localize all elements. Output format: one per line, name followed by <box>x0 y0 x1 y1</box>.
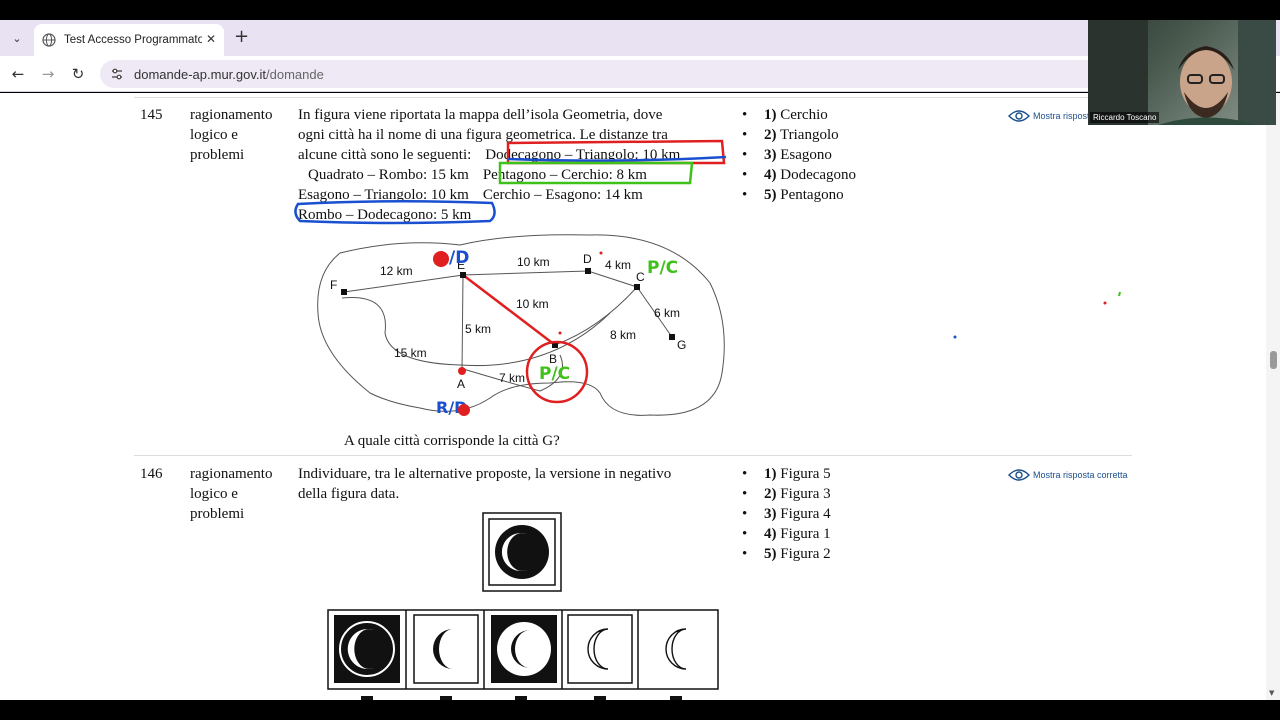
screen-top-border <box>0 0 1280 20</box>
map-label-a: A <box>457 377 465 391</box>
answer-option: 5) Figura 2 <box>742 544 831 564</box>
city-c-marker <box>634 284 640 290</box>
city-e-marker <box>460 272 466 278</box>
tab-title: Test Accesso Programmato 202 <box>64 34 202 46</box>
answer-option: 1) Figura 5 <box>742 464 831 484</box>
scroll-thumb[interactable] <box>1270 351 1277 369</box>
edge-label: 12 km <box>380 264 413 278</box>
alternative-figures <box>327 609 719 690</box>
participant-name: Riccardo Toscano <box>1090 112 1160 123</box>
url-path: /domande <box>266 66 324 82</box>
figure-option-4 <box>567 614 633 684</box>
city-f-marker <box>341 289 347 295</box>
tab-close-icon[interactable]: ✕ <box>206 32 216 46</box>
green-highlight-box <box>498 161 694 185</box>
island-map: F E D C G B A 12 km 10 km 4 km 10 km 6 k… <box>317 234 725 417</box>
question-text: Individuare, tra le alternative proposte… <box>298 464 728 504</box>
screen-bottom-border <box>0 700 1280 720</box>
edge-label: 10 km <box>516 297 549 311</box>
answer-option: 3) Figura 4 <box>742 504 831 524</box>
address-bar[interactable]: domande-ap.mur.gov.it/domande <box>100 60 1100 88</box>
edge-label: 15 km <box>394 346 427 360</box>
handwritten-annotation: P/C <box>539 364 570 384</box>
question-line: Individuare, tra le alternative proposte… <box>298 466 672 482</box>
city-g-marker <box>669 334 675 340</box>
edge-label: 6 km <box>654 306 680 320</box>
map-caption: A quale città corrisponde la città G? <box>344 433 560 449</box>
row-divider <box>134 97 1132 98</box>
answer-option: 1) Cerchio <box>742 105 856 125</box>
globe-icon <box>42 33 56 47</box>
stray-marker-dots <box>953 291 1121 339</box>
question-category: ragionamento logico e problemi <box>190 107 273 163</box>
red-dot-annotation <box>458 404 470 416</box>
road-e-a <box>461 274 464 372</box>
question-number: 145 <box>140 107 163 123</box>
map-label-f: F <box>330 278 337 292</box>
webcam-video <box>1088 20 1276 125</box>
answer-option: 3) Esagono <box>742 145 856 165</box>
green-mark-annotation <box>1118 291 1121 297</box>
answer-option: 2) Triangolo <box>742 125 856 145</box>
edge-label: 8 km <box>610 328 636 342</box>
url-domain: domande-ap.mur.gov.it <box>134 66 266 82</box>
answer-list: 1) Cerchio 2) Triangolo 3) Esagono 4) Do… <box>742 105 856 205</box>
site-settings-icon[interactable] <box>110 67 124 81</box>
answer-option: 4) Dodecagono <box>742 165 856 185</box>
vertical-scrollbar[interactable]: ▲ ▼ <box>1266 93 1280 700</box>
handwritten-annotation: P/C <box>647 258 678 278</box>
row-divider <box>134 455 1132 456</box>
map-label-g: G <box>677 338 686 352</box>
answer-option: 4) Figura 1 <box>742 524 831 544</box>
edge-label: 5 km <box>465 322 491 336</box>
page-content: 145 ragionamento logico e problemi In fi… <box>0 93 1266 700</box>
question-category: ragionamento logico e problemi <box>190 466 273 522</box>
eye-icon <box>1008 469 1030 481</box>
scroll-down-arrow-icon[interactable]: ▼ <box>1269 689 1274 697</box>
road-d-c <box>587 270 638 288</box>
back-button[interactable]: ← <box>6 62 30 86</box>
figure-option-3 <box>491 615 557 683</box>
red-dot-annotation <box>558 331 562 335</box>
tab-search-button[interactable]: ⌄ <box>6 28 28 48</box>
road-e-d <box>462 270 589 276</box>
map-label-c: C <box>636 270 645 284</box>
question-line: della figura data. <box>298 486 400 502</box>
blue-underline <box>507 155 727 162</box>
edge-label: 7 km <box>499 371 525 385</box>
answer-option: 2) Figura 3 <box>742 484 831 504</box>
edge-label: 4 km <box>605 258 631 272</box>
figure-option-2 <box>413 614 479 684</box>
question-number: 146 <box>140 466 163 482</box>
city-a-marker <box>458 367 466 375</box>
map-label-d: D <box>583 252 592 266</box>
answer-list: 1) Figura 5 2) Figura 3 3) Figura 4 4) F… <box>742 464 831 564</box>
reload-button[interactable]: ↻ <box>66 62 90 86</box>
given-figure <box>482 512 562 592</box>
red-dot-annotation <box>599 251 603 255</box>
blue-highlight-box <box>294 199 496 225</box>
city-d-marker <box>585 268 591 274</box>
handwritten-annotation: /D <box>449 248 469 268</box>
blue-dot-annotation <box>953 335 957 339</box>
red-dot-annotation <box>1103 301 1107 305</box>
eye-icon <box>1008 110 1030 122</box>
question-line: In figura viene riportata la mappa dell’… <box>298 107 663 123</box>
forward-button[interactable]: → <box>36 62 60 86</box>
webcam-overlay: Riccardo Toscano <box>1088 20 1276 125</box>
edge-label: 10 km <box>517 255 550 269</box>
show-answer-link[interactable]: Mostra risposta corretta <box>1008 468 1128 482</box>
figure-option-1 <box>334 615 400 683</box>
red-dot-annotation <box>433 251 449 267</box>
browser-tab-active[interactable]: Test Accesso Programmato 202 ✕ <box>34 24 224 56</box>
answer-option: 5) Pentagono <box>742 185 856 205</box>
new-tab-button[interactable]: + <box>234 26 249 47</box>
handwritten-highlights <box>294 139 727 225</box>
